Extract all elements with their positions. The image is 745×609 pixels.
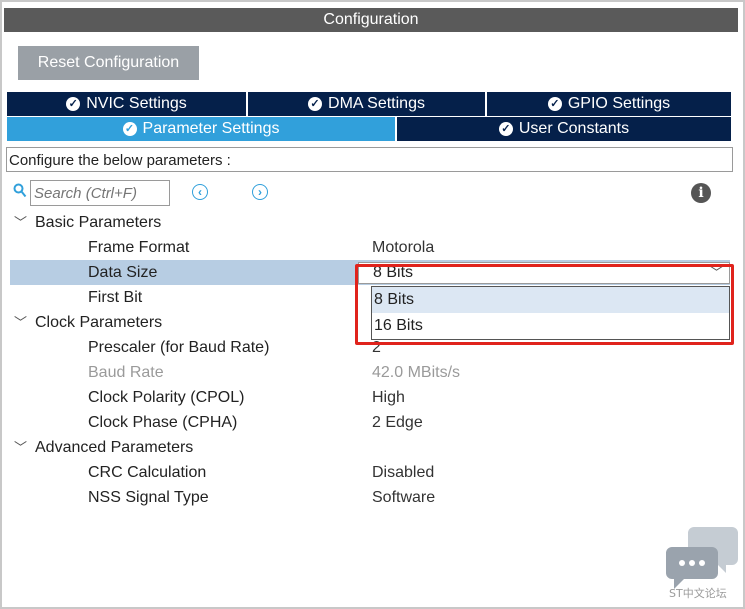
info-icon[interactable]: i [691, 183, 711, 203]
tab-dma-settings[interactable]: ✓ DMA Settings [248, 92, 487, 116]
param-row[interactable]: Frame Format Motorola [10, 235, 730, 260]
param-row[interactable]: NSS Signal Type Software [10, 485, 730, 510]
tab-label: Parameter Settings [142, 120, 280, 137]
param-name: Frame Format [88, 239, 190, 256]
annotation-highlight-box [355, 264, 734, 345]
panel-title: Configuration [4, 8, 738, 32]
search-icon[interactable] [13, 183, 27, 199]
check-icon: ✓ [308, 97, 323, 111]
group-label: Clock Parameters [35, 314, 163, 331]
check-icon: ✓ [122, 122, 137, 136]
watermark-text: ST中文论坛 [669, 587, 727, 600]
tab-label: DMA Settings [328, 95, 425, 112]
next-result-icon[interactable]: › [252, 184, 268, 200]
tab-nvic-settings[interactable]: ✓ NVIC Settings [7, 92, 248, 116]
group-label: Basic Parameters [35, 214, 162, 231]
param-name: CRC Calculation [88, 464, 207, 481]
param-value: Motorola [372, 239, 435, 256]
tab-row-2: ✓ Parameter Settings ✓ User Constants [7, 117, 731, 141]
check-icon: ✓ [498, 122, 513, 136]
param-value: Software [372, 489, 436, 506]
param-row-disabled: Baud Rate 42.0 MBits/s [10, 360, 730, 385]
check-icon: ✓ [547, 97, 562, 111]
search-input[interactable] [30, 180, 170, 206]
group-advanced-parameters[interactable]: ﹀ Advanced Parameters [10, 435, 730, 460]
tab-row-1: ✓ NVIC Settings ✓ DMA Settings ✓ GPIO Se… [7, 92, 731, 116]
tab-label: GPIO Settings [567, 95, 671, 112]
param-value: 2 Edge [372, 414, 423, 431]
reset-configuration-button[interactable]: Reset Configuration [18, 46, 199, 80]
param-value: 42.0 MBits/s [372, 364, 461, 381]
group-label: Advanced Parameters [35, 439, 194, 456]
param-row[interactable]: Clock Phase (CPHA) 2 Edge [10, 410, 730, 435]
tab-parameter-settings[interactable]: ✓ Parameter Settings [7, 117, 397, 141]
configure-hint: Configure the below parameters : [6, 147, 733, 172]
param-name: Clock Polarity (CPOL) [88, 389, 245, 406]
tab-gpio-settings[interactable]: ✓ GPIO Settings [487, 92, 731, 116]
param-row[interactable]: Clock Polarity (CPOL) High [10, 385, 730, 410]
chevron-down-icon: ﹀ [14, 315, 28, 330]
param-value: Disabled [372, 464, 435, 481]
param-name: Prescaler (for Baud Rate) [88, 339, 270, 356]
chevron-down-icon: ﹀ [14, 440, 28, 455]
param-row[interactable]: CRC Calculation Disabled [10, 460, 730, 485]
param-name: First Bit [88, 289, 143, 306]
tab-label: User Constants [518, 120, 630, 137]
param-name: Clock Phase (CPHA) [88, 414, 238, 431]
param-value: High [372, 389, 405, 406]
check-icon: ✓ [66, 97, 81, 111]
group-basic-parameters[interactable]: ﹀ Basic Parameters [10, 210, 730, 235]
chevron-down-icon: ﹀ [14, 215, 28, 230]
param-name: NSS Signal Type [88, 489, 209, 506]
previous-result-icon[interactable]: ‹ [192, 184, 208, 200]
tab-label: NVIC Settings [86, 95, 187, 112]
tab-user-constants[interactable]: ✓ User Constants [397, 117, 731, 141]
param-name: Baud Rate [88, 364, 164, 381]
param-name: Data Size [88, 264, 158, 281]
